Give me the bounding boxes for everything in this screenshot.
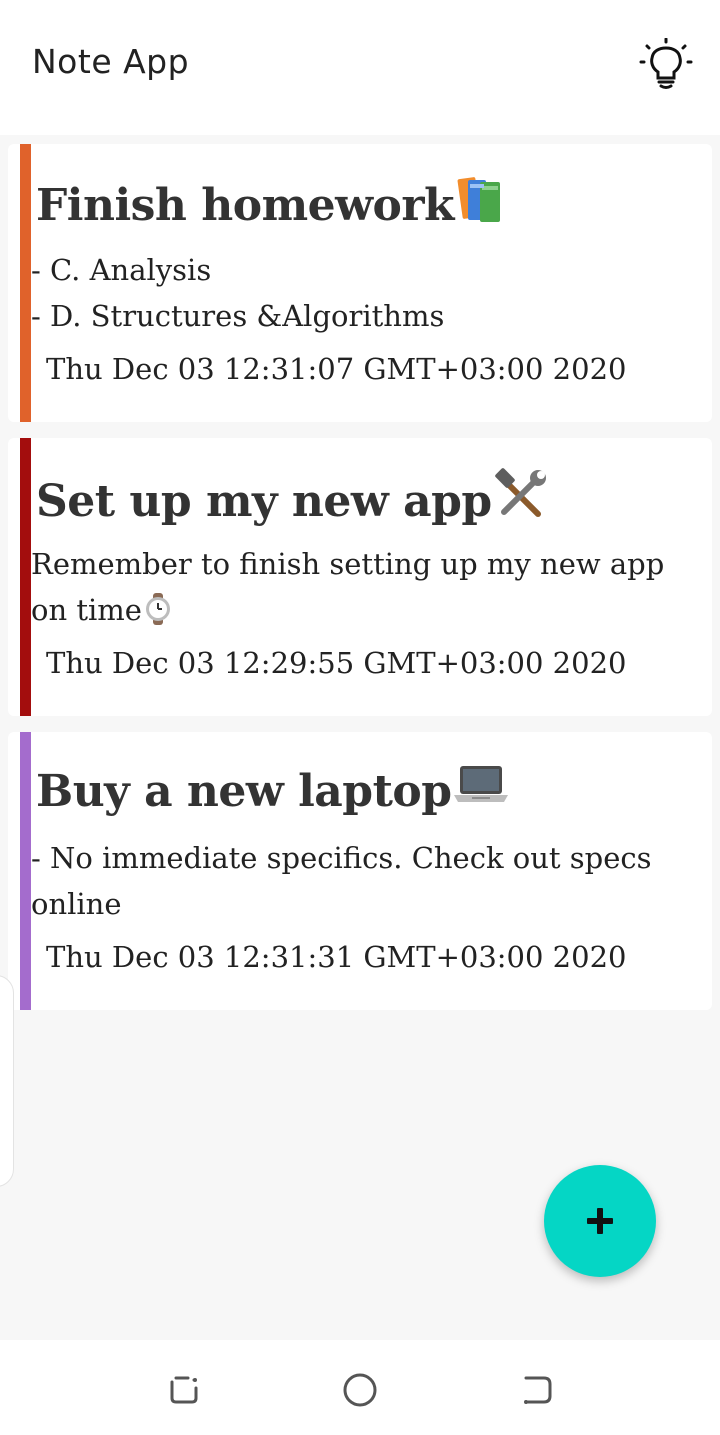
lightbulb-icon — [639, 38, 693, 89]
laptop-emoji-icon — [453, 766, 508, 802]
note-color-bar — [20, 144, 31, 422]
theme-toggle-button[interactable] — [636, 38, 696, 94]
edge-panel-handle[interactable] — [0, 975, 14, 1187]
home-button[interactable] — [338, 1368, 382, 1412]
system-nav-bar — [0, 1340, 720, 1435]
home-icon — [343, 1373, 377, 1407]
note-card[interactable]: Finish homework - C. Analysis - D. Struc… — [8, 144, 712, 422]
watch-emoji-icon — [145, 593, 170, 625]
plus-icon — [587, 1208, 613, 1234]
note-title: Buy a new laptop — [36, 762, 510, 817]
note-body: - C. Analysis - D. Structures &Algorithm… — [31, 253, 445, 333]
recent-apps-button[interactable] — [162, 1368, 206, 1412]
note-title: Finish homework — [36, 174, 506, 231]
app-bar: Note App — [0, 0, 720, 135]
note-card[interactable]: Set up my new app Remember to finish set… — [8, 438, 712, 716]
app-title: Note App — [32, 42, 190, 81]
back-button[interactable] — [514, 1368, 558, 1412]
add-note-button[interactable] — [544, 1165, 656, 1277]
note-date: Thu Dec 03 12:31:31 GMT+03:00 2020 — [46, 940, 627, 974]
hammer-and-wrench-emoji-icon — [494, 468, 546, 517]
back-icon — [524, 1376, 552, 1404]
note-body: - No immediate specifics. Check out spec… — [31, 841, 661, 921]
note-date: Thu Dec 03 12:29:55 GMT+03:00 2020 — [46, 646, 627, 680]
note-body: Remember to finish setting up my new app… — [31, 547, 674, 627]
note-title: Set up my new app — [36, 468, 548, 527]
note-date: Thu Dec 03 12:31:07 GMT+03:00 2020 — [46, 352, 627, 386]
recent-apps-icon — [170, 1376, 198, 1404]
note-card[interactable]: Buy a new laptop - No immediate specific… — [8, 732, 712, 1010]
note-color-bar — [20, 438, 31, 716]
note-color-bar — [20, 732, 31, 1010]
books-emoji-icon — [457, 177, 501, 222]
